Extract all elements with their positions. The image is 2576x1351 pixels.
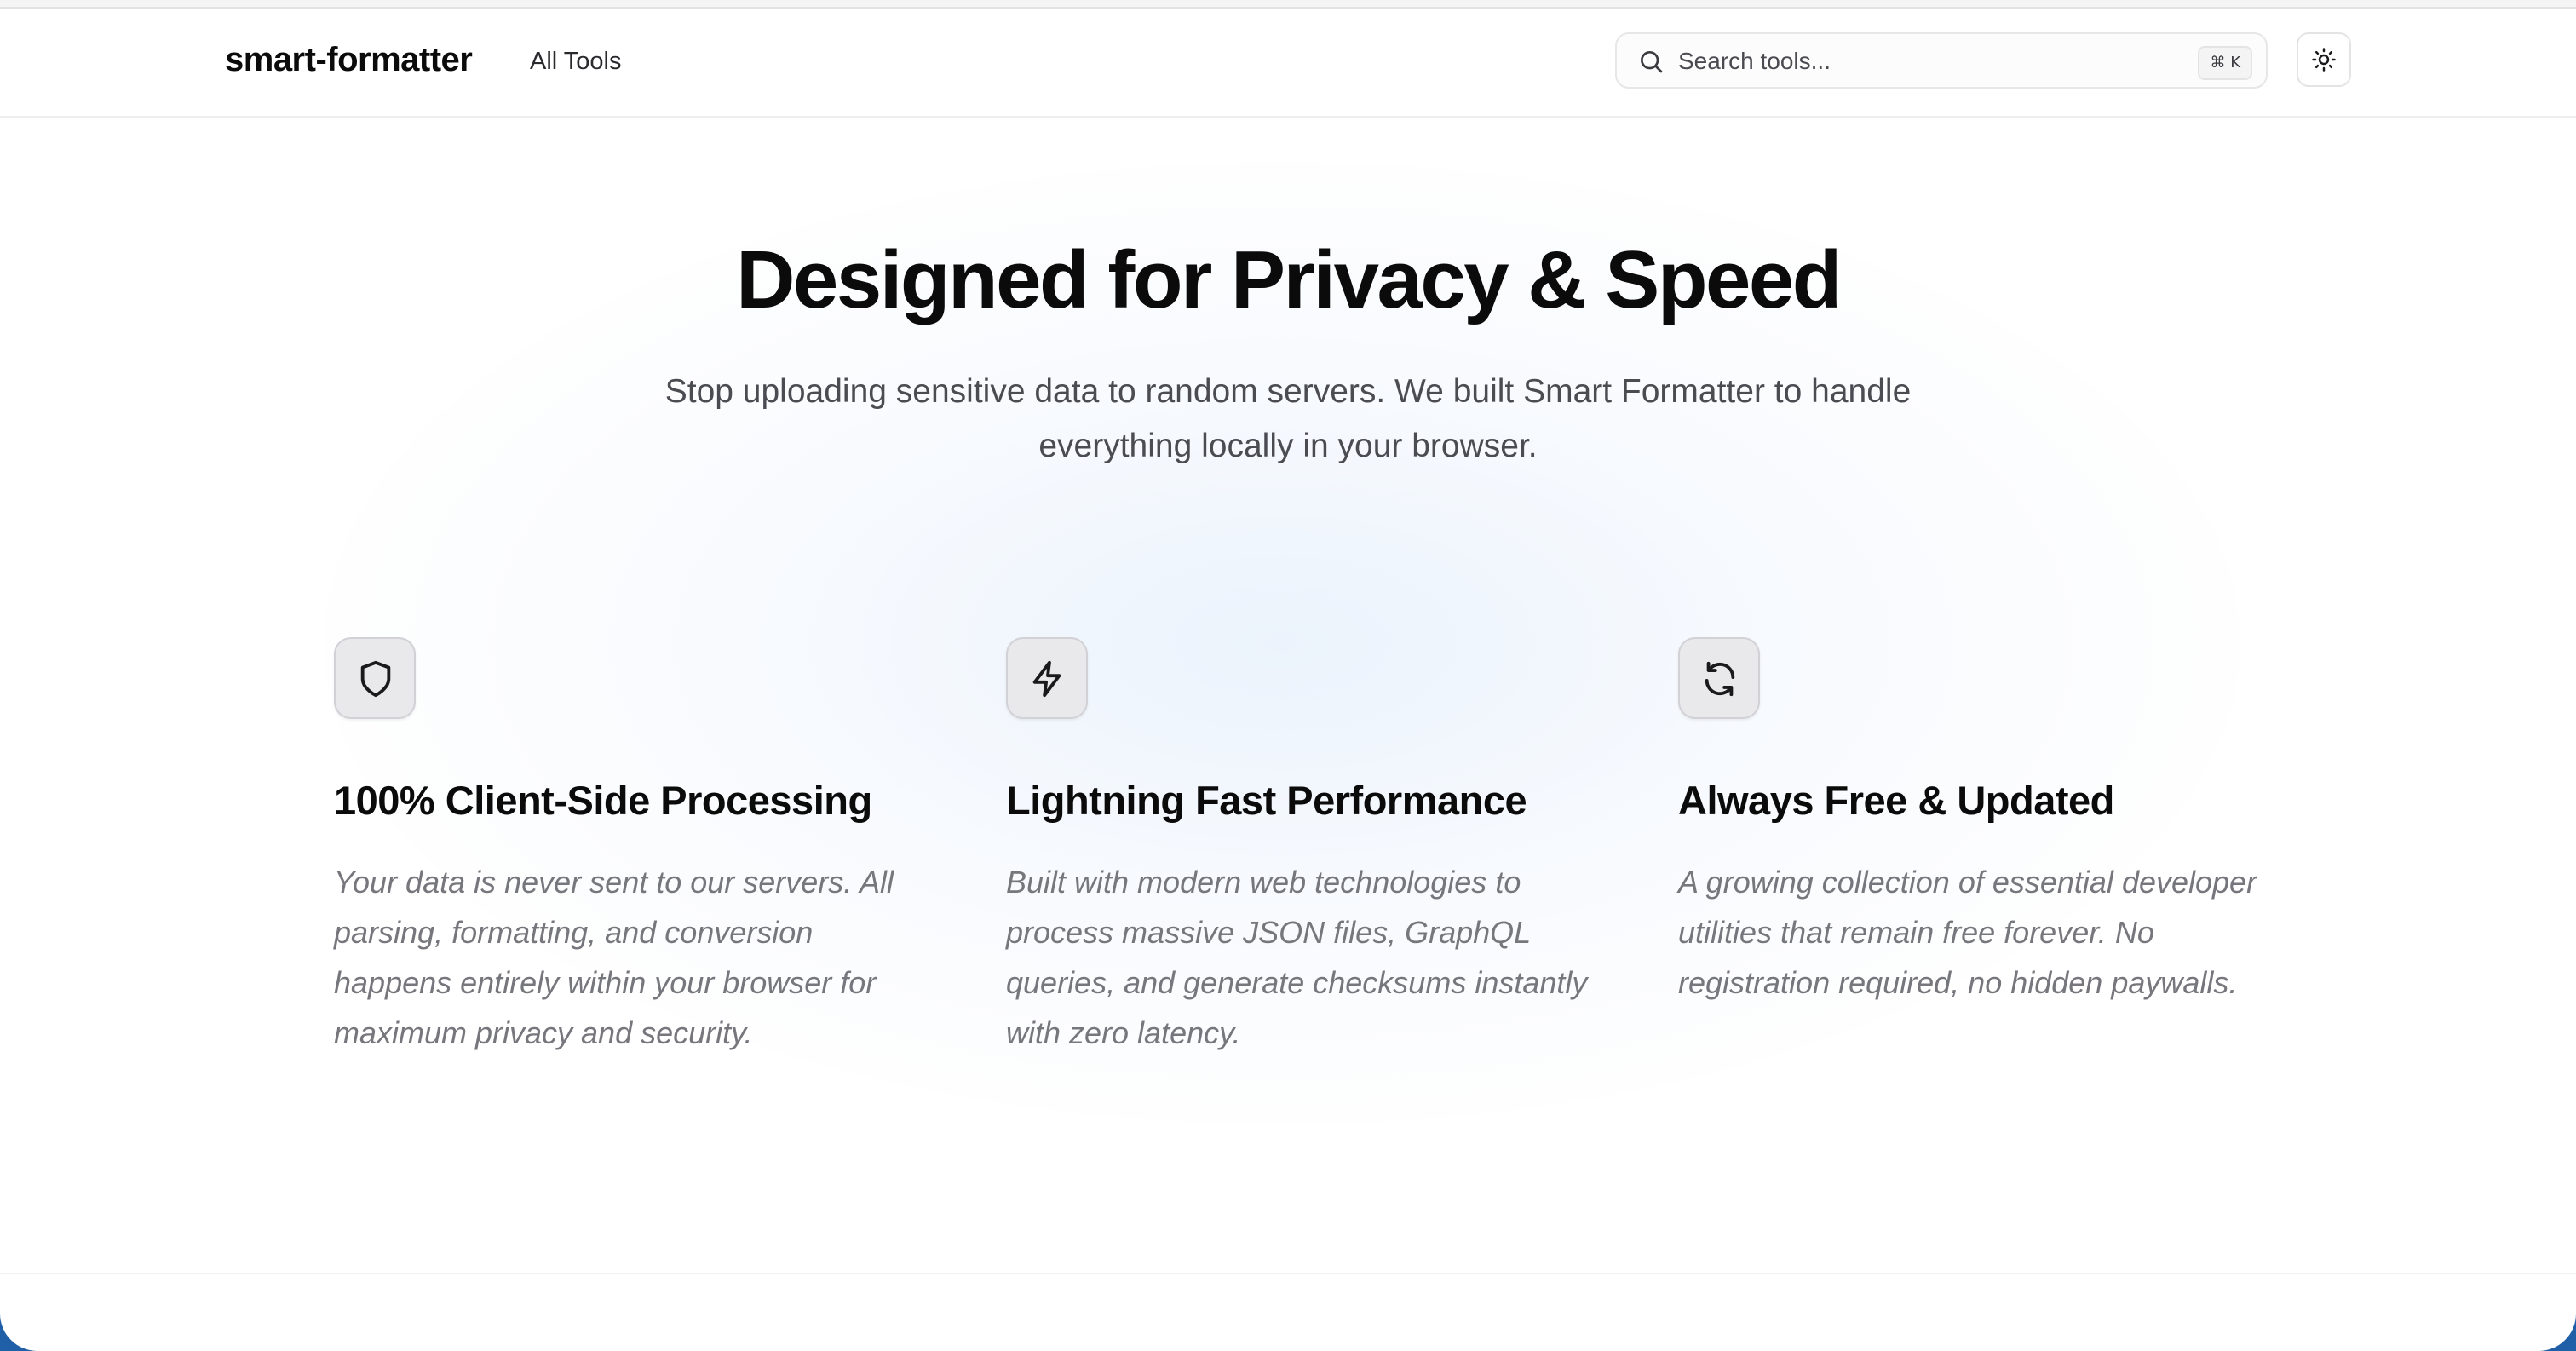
feature-icon-box	[1006, 637, 1088, 719]
hero-subtitle: Stop uploading sensitive data to random …	[664, 373, 1912, 464]
theme-toggle-button[interactable]	[2297, 32, 2351, 87]
top-divider	[0, 0, 2576, 9]
feature-icon-box	[1678, 637, 1760, 719]
browser-window: smart-formatter All Tools Search tools..…	[0, 0, 2576, 1351]
refresh-icon	[1705, 661, 1735, 697]
keyboard-shortcut-badge: ⌘ K	[2198, 46, 2252, 80]
feature-title: Lightning Fast Performance	[1006, 778, 1527, 823]
nav-all-tools[interactable]: All Tools	[530, 48, 621, 76]
feature-description: Built with modern web technologies to pr…	[1006, 865, 1588, 1050]
search-icon	[1641, 51, 1663, 73]
search-placeholder: Search tools...	[1678, 48, 1831, 74]
hero-title: Designed for Privacy & Speed	[736, 234, 1842, 325]
feature-title: 100% Client-Side Processing	[334, 778, 872, 823]
sun-icon	[2312, 48, 2336, 72]
feature-description: A growing collection of essential develo…	[1678, 865, 2257, 1000]
shield-icon	[360, 660, 391, 698]
feature-description: Your data is never sent to our servers. …	[334, 865, 894, 1050]
site-header: smart-formatter All Tools Search tools..…	[0, 9, 2576, 118]
section-divider	[0, 1273, 2576, 1274]
feature-icon-box	[334, 637, 416, 719]
lightning-icon	[1032, 660, 1061, 698]
brand-logo[interactable]: smart-formatter	[225, 41, 473, 79]
search-input[interactable]: Search tools... ⌘ K	[1615, 32, 2268, 89]
feature-title: Always Free & Updated	[1678, 778, 2114, 823]
